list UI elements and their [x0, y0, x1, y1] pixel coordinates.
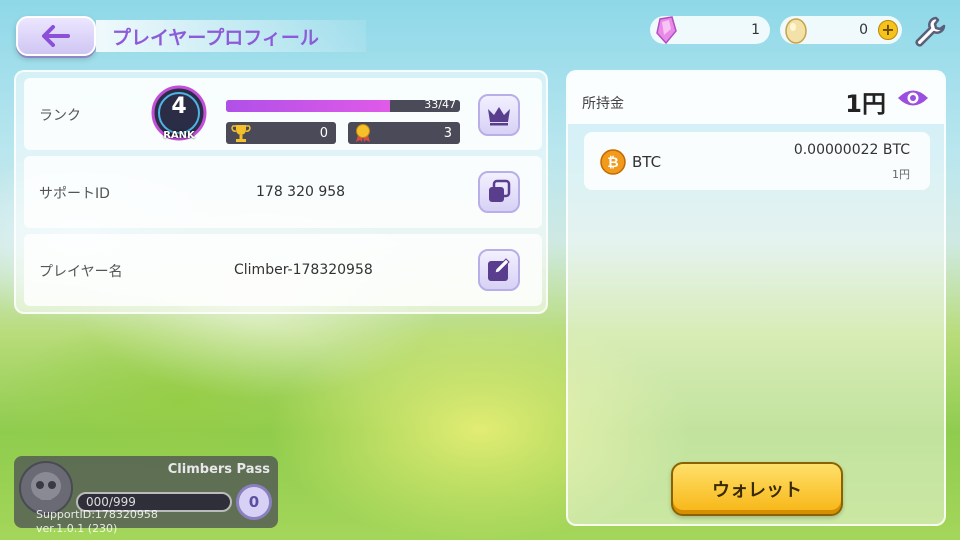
- crown-button[interactable]: [478, 94, 520, 136]
- egg-icon: [782, 15, 810, 49]
- toggle-balance-visibility-button[interactable]: [896, 87, 930, 113]
- rank-progress-fill: [226, 100, 391, 112]
- rank-badge: 4 RANK: [150, 84, 208, 142]
- edit-icon: [488, 258, 510, 281]
- climbers-pass-title: Climbers Pass: [167, 462, 270, 477]
- gem-counter[interactable]: 1: [650, 16, 770, 45]
- gem-icon: [652, 15, 680, 49]
- page-title-bar: プレイヤープロフィール: [96, 20, 366, 52]
- rank-row: ランク 4 RANK 33/47 0 3: [24, 78, 542, 150]
- bitcoin-icon: ₿: [600, 149, 626, 179]
- medal-stat: 3: [348, 122, 460, 144]
- coin-name: BTC: [632, 153, 662, 171]
- crown-icon: [488, 107, 510, 126]
- settings-button[interactable]: [912, 14, 946, 48]
- wrench-icon: [915, 16, 946, 47]
- trophy-count: 0: [319, 125, 328, 141]
- copy-icon: [489, 179, 511, 202]
- wallet-panel: 所持金 1円 ₿ BTC 0.00000022 BTC 1円 ウォレット: [566, 70, 946, 526]
- balance-header: 所持金 1円: [568, 72, 944, 124]
- player-name-label: プレイヤー名: [39, 264, 123, 280]
- arrow-left-icon: [42, 25, 70, 47]
- back-button[interactable]: [16, 16, 96, 56]
- rank-label: ランク: [39, 108, 81, 124]
- footer-version: ver.1.0.1 (230): [36, 522, 118, 535]
- rank-progress-bar: 33/47: [226, 100, 460, 112]
- rank-number: 4: [171, 94, 187, 119]
- support-id-row: サポートID 178 320 958: [24, 156, 542, 228]
- support-id-value: 178 320 958: [256, 184, 346, 200]
- gem-count: 1: [751, 22, 760, 38]
- egg-count: 0: [859, 22, 868, 38]
- edit-player-name-button[interactable]: [478, 249, 520, 291]
- copy-support-id-button[interactable]: [478, 171, 520, 213]
- pass-level-value: 0: [248, 493, 260, 511]
- player-name-row: プレイヤー名 Climber-178320958: [24, 234, 542, 306]
- eye-icon: [898, 90, 928, 106]
- trophy-stat: 0: [226, 122, 336, 144]
- add-eggs-button[interactable]: +: [878, 20, 898, 40]
- profile-panel: ランク 4 RANK 33/47 0 3 サポートID 178 320 958 …: [14, 70, 548, 314]
- coin-yen-value: 1円: [892, 168, 910, 181]
- player-name-value: Climber-178320958: [234, 262, 373, 278]
- balance-label: 所持金: [582, 96, 624, 112]
- support-id-label: サポートID: [39, 186, 110, 202]
- coin-amount: 0.00000022 BTC: [793, 142, 910, 158]
- rank-badge-label: RANK: [163, 130, 195, 141]
- medal-icon: [352, 123, 374, 147]
- page-title: プレイヤープロフィール: [112, 26, 319, 49]
- wallet-button[interactable]: ウォレット: [671, 462, 843, 516]
- footer-support-id: SupportID:178320958: [36, 508, 158, 521]
- medal-count: 3: [443, 125, 452, 141]
- svg-text:₿: ₿: [607, 155, 618, 171]
- pass-progress-text: 000/999: [86, 495, 136, 509]
- btc-card[interactable]: ₿ BTC 0.00000022 BTC 1円: [584, 132, 930, 190]
- pass-level-badge: 0: [236, 484, 272, 520]
- rank-progress-text: 33/47: [424, 100, 456, 111]
- balance-value: 1円: [845, 90, 886, 118]
- trophy-icon: [230, 123, 252, 147]
- egg-counter[interactable]: 0 +: [780, 16, 902, 44]
